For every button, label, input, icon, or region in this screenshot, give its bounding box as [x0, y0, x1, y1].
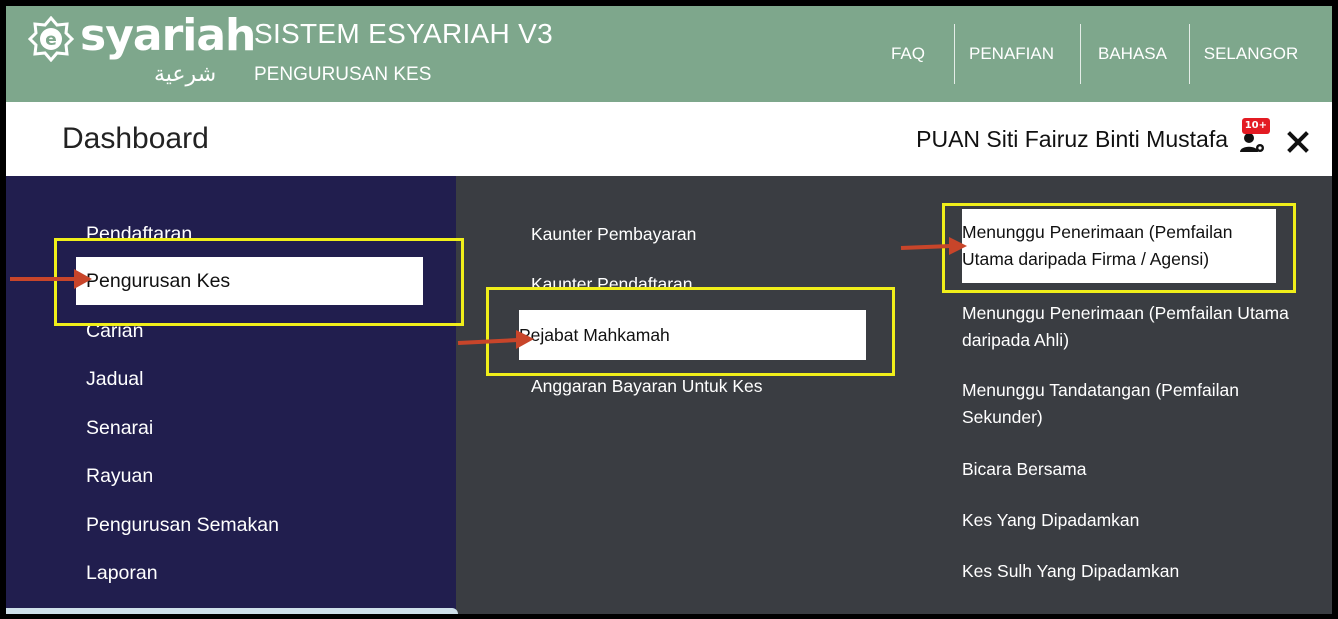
- nav-faq[interactable]: FAQ: [877, 28, 939, 80]
- menu-item-pengurusan-kes[interactable]: Pengurusan Kes: [76, 257, 423, 305]
- close-icon[interactable]: [1286, 130, 1310, 154]
- esyariah-logo-icon: e: [28, 16, 74, 62]
- menu-item-kes-sulh-dipadamkan[interactable]: Kes Sulh Yang Dipadamkan: [962, 558, 1292, 585]
- menu-item-pendaftaran[interactable]: Pendaftaran: [86, 223, 192, 246]
- menu-level1-panel: [6, 176, 456, 614]
- top-header: e syariah شرعية SISTEM ESYARIAH V3 PENGU…: [6, 6, 1332, 102]
- menu-item-anggaran-bayaran[interactable]: Anggaran Bayaran Untuk Kes: [531, 376, 763, 397]
- nav-selangor[interactable]: SELANGOR: [1190, 28, 1312, 80]
- menu-item-menunggu-penerimaan-ahli[interactable]: Menunggu Penerimaan (Pemfailan Utama dar…: [962, 300, 1292, 354]
- logo-arabic-text: شرعية: [154, 62, 217, 87]
- user-name[interactable]: PUAN Siti Fairuz Binti Mustafa: [916, 126, 1228, 153]
- svg-text:e: e: [45, 30, 57, 50]
- menu-item-kes-yang-dipadamkan[interactable]: Kes Yang Dipadamkan: [962, 507, 1292, 534]
- esyariah-logo[interactable]: e syariah شرعية: [28, 10, 256, 96]
- menu-item-pengurusan-semakan[interactable]: Pengurusan Semakan: [86, 514, 279, 537]
- nav-penafian[interactable]: PENAFIAN: [955, 28, 1068, 80]
- menu-item-rayuan[interactable]: Rayuan: [86, 465, 153, 488]
- menu-item-laporan[interactable]: Laporan: [86, 562, 158, 585]
- logo-wordmark: syariah: [80, 10, 256, 61]
- dashboard-bar: Dashboard PUAN Siti Fairuz Binti Mustafa…: [6, 102, 1332, 176]
- menu-item-jadual[interactable]: Jadual: [86, 368, 143, 391]
- menu-item-bicara-bersama[interactable]: Bicara Bersama: [962, 456, 1292, 483]
- nav-bahasa[interactable]: BAHASA: [1081, 28, 1184, 80]
- menu-item-senarai[interactable]: Senarai: [86, 417, 153, 440]
- menu-item-kaunter-pembayaran[interactable]: Kaunter Pembayaran: [531, 224, 696, 245]
- menu-item-menunggu-penerimaan-firma[interactable]: Menunggu Penerimaan (Pemfailan Utama dar…: [962, 209, 1276, 283]
- notification-badge: 10+: [1241, 118, 1270, 134]
- menu-item-menunggu-tandatangan[interactable]: Menunggu Tandatangan (Pemfailan Sekunder…: [962, 377, 1292, 431]
- app-title: SISTEM ESYARIAH V3: [254, 18, 553, 49]
- app-window: e syariah شرعية SISTEM ESYARIAH V3 PENGU…: [6, 6, 1332, 614]
- app-subtitle: PENGURUSAN KES: [254, 64, 432, 85]
- user-settings-icon[interactable]: [1240, 132, 1266, 154]
- menu-item-kaunter-pendaftaran[interactable]: Kaunter Pendaftaran: [531, 274, 693, 295]
- page-title: Dashboard: [62, 122, 209, 155]
- menu-item-carian[interactable]: Carian: [86, 320, 143, 343]
- browser-status-bar: [6, 608, 458, 614]
- menu-item-pejabat-mahkamah[interactable]: Pejabat Mahkamah: [519, 310, 866, 360]
